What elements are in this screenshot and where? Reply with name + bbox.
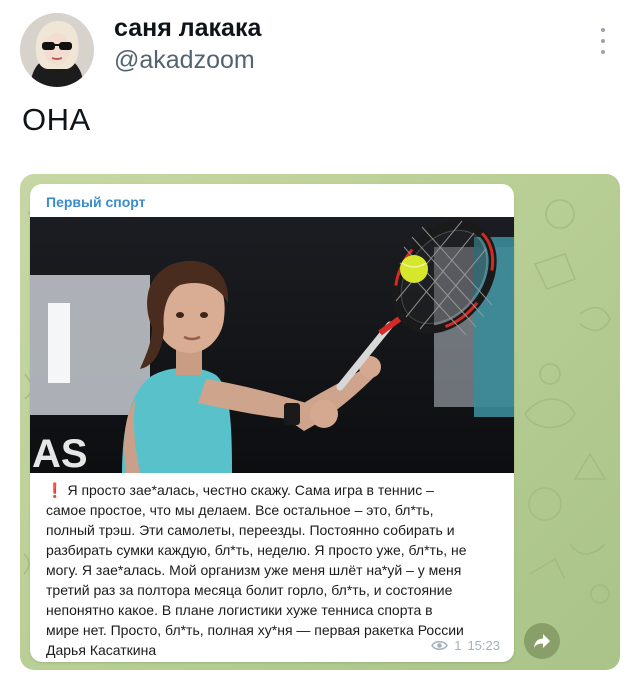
message-text: ❗ Я просто зае*алась, честно скажу. Сама … bbox=[46, 480, 504, 660]
author-handle[interactable]: @akadzoom bbox=[114, 46, 255, 75]
post-photo[interactable]: AS bbox=[30, 217, 514, 473]
message-time: 15:23 bbox=[467, 638, 500, 653]
share-arrow-icon bbox=[534, 634, 550, 648]
tennis-player-photo: AS bbox=[30, 217, 514, 473]
share-button[interactable] bbox=[524, 623, 560, 659]
exclamation-icon: ❗ bbox=[46, 482, 64, 498]
message-line: самое простое, что мы делаем. Все осталь… bbox=[46, 502, 434, 518]
telegram-message-bubble: Первый спорт AS ❗ Я просто зае*алась, че… bbox=[30, 184, 514, 662]
author-name[interactable]: саня лакака bbox=[114, 14, 261, 43]
avatar-image bbox=[20, 13, 94, 87]
eye-icon bbox=[431, 641, 449, 650]
message-line: ❗ Я просто зае*алась, честно скажу. Сама … bbox=[46, 482, 434, 498]
message-meta: 1 15:23 bbox=[431, 638, 500, 653]
message-line: третий раз за полтора месяца болит горло… bbox=[46, 582, 453, 598]
embedded-screenshot[interactable]: Первый спорт AS ❗ Я просто зае*алась, че… bbox=[20, 174, 620, 670]
message-line: полный трэш. Эти самолеты, переезды. Пос… bbox=[46, 522, 455, 538]
message-line: мире нет. Просто, бл*ть, полная ху*ня — … bbox=[46, 622, 464, 638]
message-line: непонятно какое. В плане логистики хуже … bbox=[46, 602, 433, 618]
photo-banner-text: AS bbox=[32, 432, 88, 473]
message-line: могу. Я зае*алась. Мой организм уже меня… bbox=[46, 562, 462, 578]
channel-name[interactable]: Первый спорт bbox=[46, 194, 145, 210]
message-line: разбирать сумки каждую, бл*ть, неделю. Я… bbox=[46, 542, 467, 558]
tweet-text: ОНА bbox=[22, 102, 91, 137]
view-count: 1 bbox=[454, 638, 462, 653]
avatar[interactable] bbox=[20, 13, 94, 87]
three-dots-vertical-icon[interactable] bbox=[597, 28, 609, 54]
